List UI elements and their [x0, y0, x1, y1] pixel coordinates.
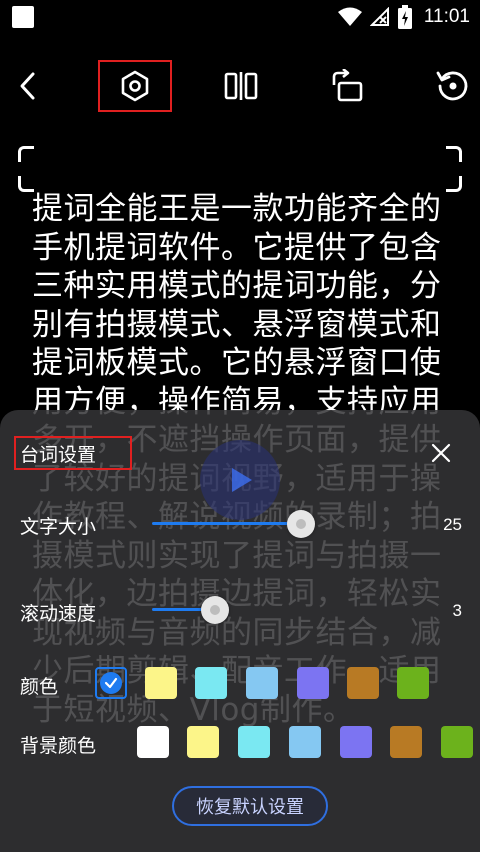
bg-color-swatch[interactable] [340, 726, 372, 758]
bg-color-swatch[interactable] [187, 726, 219, 758]
rotate-screen-button[interactable] [322, 58, 372, 114]
slider-knob[interactable] [201, 596, 229, 624]
bg-color-swatch[interactable] [238, 726, 270, 758]
bg-color-swatch[interactable] [390, 726, 422, 758]
scroll-speed-slider[interactable] [152, 595, 414, 625]
scroll-speed-value: 3 [452, 601, 462, 620]
slider-knob[interactable] [287, 510, 315, 538]
restore-button[interactable] [428, 58, 478, 114]
font-size-label: 文字大小 [20, 516, 97, 538]
text-color-swatch[interactable] [145, 667, 177, 699]
battery-charging-icon [397, 5, 412, 29]
top-toolbar [0, 58, 480, 114]
bg-color-swatch[interactable] [289, 726, 321, 758]
font-size-slider[interactable] [152, 509, 414, 539]
notification-square-icon [12, 6, 34, 28]
hexagon-settings-icon [121, 70, 149, 102]
restore-defaults-button[interactable]: 恢复默认设置 [172, 786, 328, 826]
bg-color-label: 背景颜色 [20, 735, 97, 757]
text-color-swatch[interactable] [297, 667, 329, 699]
bg-color-swatch[interactable] [441, 726, 473, 758]
back-button[interactable] [6, 58, 50, 114]
bg-color-swatch[interactable] [137, 726, 169, 758]
frame-corner [446, 146, 462, 162]
status-icons: 11:01 [337, 4, 470, 30]
status-time: 11:01 [423, 6, 470, 27]
status-bar: 11:01 [0, 0, 480, 34]
text-color-swatch[interactable] [397, 667, 429, 699]
check-icon [104, 677, 118, 689]
text-color-swatch[interactable] [95, 667, 127, 699]
panel-title: 台词设置 [20, 443, 97, 466]
mirror-flip-icon [224, 72, 258, 100]
mirror-button[interactable] [216, 58, 266, 114]
scroll-speed-label: 滚动速度 [20, 603, 97, 625]
settings-button[interactable] [98, 60, 172, 112]
frame-corner [18, 146, 34, 162]
text-color-swatch[interactable] [246, 667, 278, 699]
no-signal-icon [369, 7, 389, 26]
restore-icon [436, 71, 468, 101]
text-color-swatch[interactable] [195, 667, 227, 699]
close-button[interactable] [424, 436, 458, 470]
play-icon [232, 468, 252, 492]
slider-track [152, 522, 301, 525]
panel-title-box: 台词设置 [14, 436, 132, 470]
line-settings-panel: 台词设置 文字大小 25 滚动速度 3 颜色 背景颜色 恢复默认设置 [0, 410, 480, 852]
close-icon [431, 443, 451, 463]
text-color-swatch[interactable] [347, 667, 379, 699]
wifi-icon [337, 7, 362, 26]
chevron-left-icon [20, 72, 35, 100]
play-button[interactable] [200, 440, 280, 520]
font-size-value: 25 [443, 515, 462, 534]
color-label: 颜色 [20, 676, 59, 698]
rotate-screen-icon [332, 69, 363, 102]
